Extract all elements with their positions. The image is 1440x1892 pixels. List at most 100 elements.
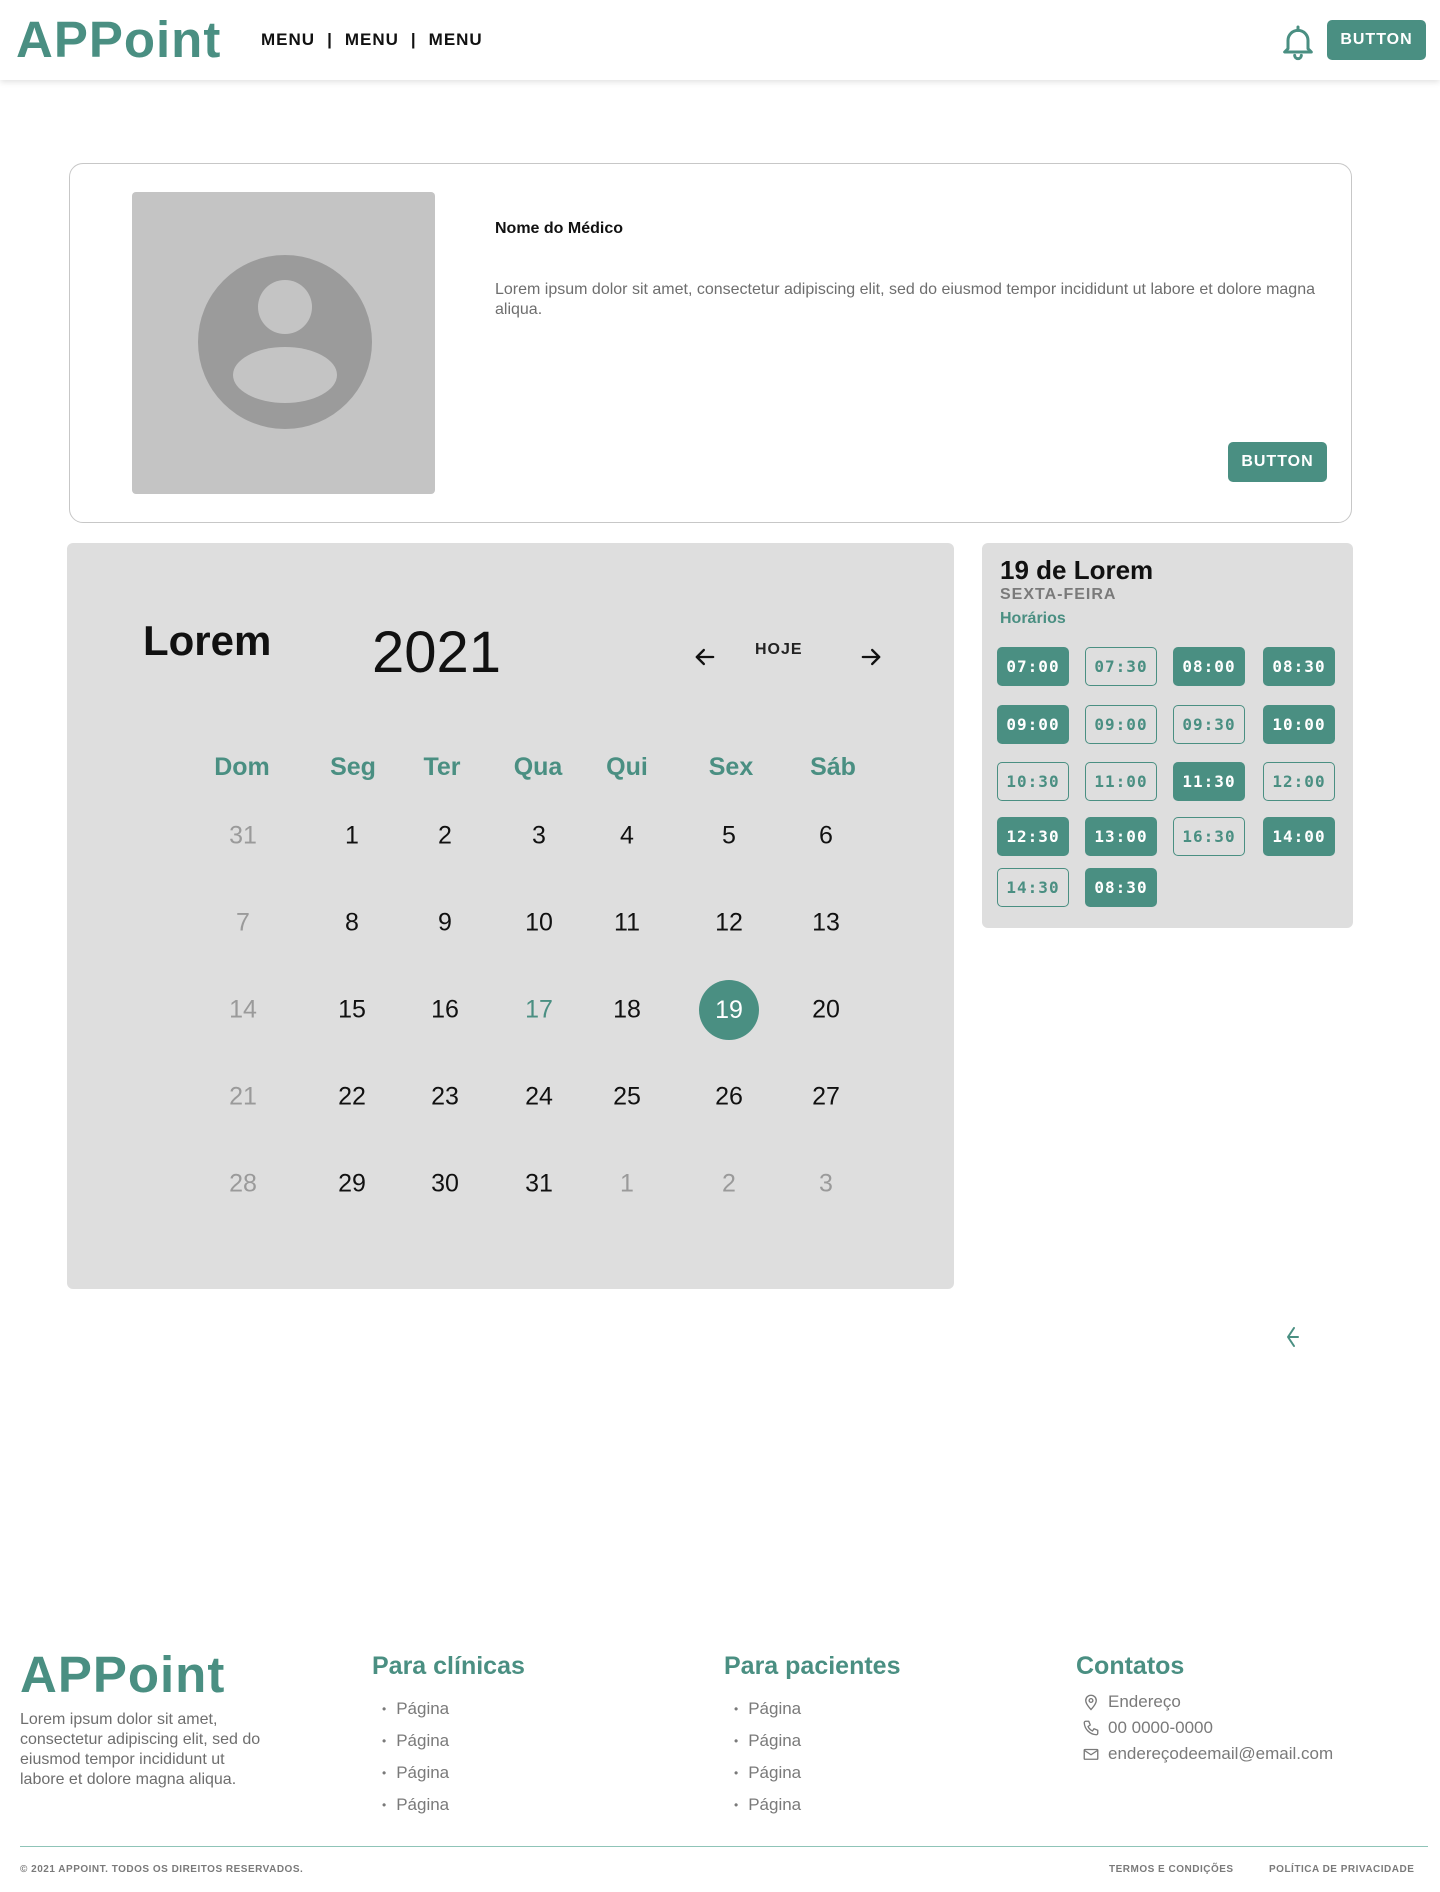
top-nav: APPoint MENU | MENU | MENU BUTTON <box>0 0 1440 80</box>
menu-item-3[interactable]: MENU <box>429 30 483 50</box>
footer-contacts: Contatos Endereço 00 0000-0000 endereçod… <box>1076 1652 1333 1767</box>
calendar-day[interactable]: 8 <box>345 909 359 938</box>
footer-link[interactable]: • Página <box>372 1757 525 1789</box>
calendar-day[interactable]: 2 <box>722 1170 736 1199</box>
footer-logo[interactable]: APPoint <box>20 1645 225 1704</box>
footer-link[interactable]: • Página <box>724 1757 901 1789</box>
calendar-day[interactable]: 25 <box>613 1083 641 1112</box>
calendar-day[interactable]: 17 <box>525 996 553 1025</box>
calendar-day[interactable]: 31 <box>229 822 257 851</box>
doctor-card: Nome do Médico Lorem ipsum dolor sit ame… <box>69 163 1352 523</box>
footer-link[interactable]: • Página <box>372 1725 525 1757</box>
time-slot-button[interactable]: 14:00 <box>1263 817 1335 856</box>
footer-link[interactable]: • Página <box>372 1693 525 1725</box>
contact-phone: 00 0000-0000 <box>1076 1715 1333 1741</box>
bell-icon[interactable] <box>1278 22 1318 62</box>
contact-address: Endereço <box>1076 1689 1333 1715</box>
weekday-header: Sáb <box>810 753 856 781</box>
calendar-day[interactable]: 3 <box>532 822 546 851</box>
time-slot-button[interactable]: 07:00 <box>997 647 1069 686</box>
header-button[interactable]: BUTTON <box>1327 20 1426 60</box>
time-slots-panel: 19 de Lorem SEXTA-FEIRA Horários 07:00 07… <box>982 543 1353 928</box>
doctor-action-button[interactable]: BUTTON <box>1228 442 1327 482</box>
time-slot-button[interactable]: 08:30 <box>1085 868 1157 907</box>
time-slot-button[interactable]: 11:00 <box>1085 762 1157 801</box>
calendar-day[interactable]: 14 <box>229 996 257 1025</box>
time-slot-button[interactable]: 16:30 <box>1173 817 1245 856</box>
time-slot-button[interactable]: 10:00 <box>1263 705 1335 744</box>
time-slot-button[interactable]: 09:00 <box>1085 705 1157 744</box>
main-menu: MENU | MENU | MENU <box>261 30 483 50</box>
calendar-day[interactable]: 22 <box>338 1083 366 1112</box>
calendar-day[interactable]: 20 <box>812 996 840 1025</box>
time-slot-button[interactable]: 10:30 <box>997 762 1069 801</box>
calendar-day[interactable]: 27 <box>812 1083 840 1112</box>
weekday-header: Qui <box>606 753 648 781</box>
calendar-day[interactable]: 18 <box>613 996 641 1025</box>
today-button[interactable]: HOJE <box>755 641 803 659</box>
footer-patients-title: Para pacientes <box>724 1652 901 1680</box>
time-slot-button[interactable]: 12:30 <box>997 817 1069 856</box>
weekday-header: Sex <box>708 753 754 781</box>
phone-icon <box>1083 1720 1099 1736</box>
calendar-day[interactable]: 5 <box>722 822 736 851</box>
weekday-header: Ter <box>423 753 461 781</box>
back-arrow-icon[interactable] <box>1282 1324 1302 1350</box>
calendar-day[interactable]: 15 <box>338 996 366 1025</box>
footer-terms-link[interactable]: TERMOS E CONDIÇÕES <box>1109 1864 1234 1875</box>
footer-divider <box>20 1846 1428 1847</box>
time-slot-button[interactable]: 09:00 <box>997 705 1069 744</box>
time-slot-button[interactable]: 08:30 <box>1263 647 1335 686</box>
footer-privacy-link[interactable]: POLÍTICA DE PRIVACIDADE <box>1269 1864 1414 1875</box>
footer-link[interactable]: • Página <box>372 1789 525 1821</box>
footer-link[interactable]: • Página <box>724 1693 901 1725</box>
calendar-day[interactable]: 3 <box>819 1170 833 1199</box>
menu-item-2[interactable]: MENU <box>345 30 399 50</box>
arrow-left-icon[interactable] <box>691 643 719 671</box>
time-slot-button[interactable]: 09:30 <box>1173 705 1245 744</box>
footer-link[interactable]: • Página <box>724 1725 901 1757</box>
calendar-day[interactable]: 12 <box>715 909 743 938</box>
calendar-day[interactable]: 4 <box>620 822 634 851</box>
doctor-description: Lorem ipsum dolor sit amet, consectetur … <box>495 281 1315 318</box>
time-slot-button[interactable]: 12:00 <box>1263 762 1335 801</box>
weekday-header: Dom <box>214 753 270 781</box>
calendar-day[interactable]: 21 <box>229 1083 257 1112</box>
user-avatar-icon <box>198 255 372 429</box>
calendar-day[interactable]: 24 <box>525 1083 553 1112</box>
calendar-day[interactable]: 6 <box>819 822 833 851</box>
calendar-day[interactable]: 9 <box>438 909 452 938</box>
calendar-year: 2021 <box>372 620 502 685</box>
calendar-day[interactable]: 31 <box>525 1170 553 1199</box>
time-slot-button[interactable]: 08:00 <box>1173 647 1245 686</box>
calendar-day[interactable]: 11 <box>614 909 640 938</box>
calendar-month: Lorem <box>143 617 272 664</box>
times-label: Horários <box>1000 610 1066 627</box>
menu-item-1[interactable]: MENU <box>261 30 315 50</box>
calendar-day[interactable]: 10 <box>525 909 553 938</box>
footer-clinics-title: Para clínicas <box>372 1652 525 1680</box>
calendar-day[interactable]: 2 <box>438 822 452 851</box>
calendar-day[interactable]: 1 <box>620 1170 634 1199</box>
calendar-day[interactable]: 28 <box>229 1170 257 1199</box>
footer-link[interactable]: • Página <box>724 1789 901 1821</box>
calendar-day[interactable]: 26 <box>715 1083 743 1112</box>
calendar-day[interactable]: 1 <box>345 822 359 851</box>
calendar-day[interactable]: 16 <box>431 996 459 1025</box>
calendar-day[interactable]: 7 <box>236 909 250 938</box>
mail-icon <box>1083 1748 1099 1760</box>
time-slot-button[interactable]: 07:30 <box>1085 647 1157 686</box>
calendar-day[interactable]: 19 <box>699 980 759 1040</box>
calendar-day[interactable]: 30 <box>431 1170 459 1199</box>
footer-about: Lorem ipsum dolor sit amet, consectetur … <box>20 1711 261 1788</box>
weekday-header: Qua <box>513 753 563 781</box>
time-slot-button[interactable]: 14:30 <box>997 868 1069 907</box>
calendar-day[interactable]: 29 <box>338 1170 366 1199</box>
arrow-right-icon[interactable] <box>857 643 885 671</box>
time-slot-button[interactable]: 11:30 <box>1173 762 1245 801</box>
calendar-day[interactable]: 13 <box>812 909 840 938</box>
app-logo[interactable]: APPoint <box>16 12 221 68</box>
menu-separator: | <box>410 30 417 49</box>
calendar-day[interactable]: 23 <box>431 1083 459 1112</box>
time-slot-button[interactable]: 13:00 <box>1085 817 1157 856</box>
